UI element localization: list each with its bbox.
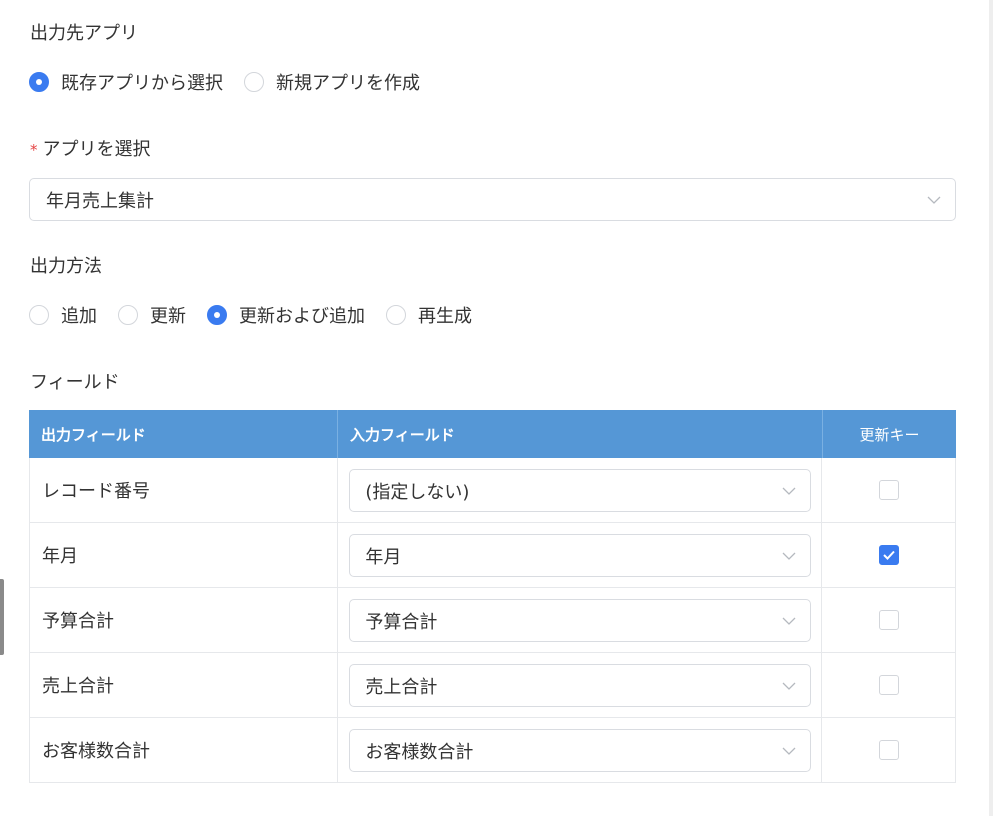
chevron-down-icon	[927, 196, 941, 204]
radio-add[interactable]: 追加	[29, 302, 97, 328]
update-key-cell	[822, 523, 955, 587]
radio-regenerate[interactable]: 再生成	[386, 302, 472, 328]
update-key-cell	[822, 458, 955, 522]
input-field-value: 予算合計	[365, 611, 438, 633]
radio-label: 更新および追加	[239, 306, 365, 327]
table-row: お客様数合計 お客様数合計	[29, 718, 956, 783]
input-field-cell: 年月	[338, 523, 823, 587]
output-field-name: お客様数合計	[30, 718, 339, 782]
radio-update-and-add[interactable]: 更新および追加	[207, 302, 365, 328]
output-field-name: 予算合計	[30, 588, 339, 652]
output-field-name: 売上合計	[30, 653, 339, 717]
update-key-checkbox[interactable]	[878, 610, 899, 630]
field-mapping-table: 出力フィールド 入力フィールド 更新キー レコード番号 (指定しない) 年月 年…	[29, 410, 956, 783]
radio-label: 更新	[150, 306, 186, 327]
radio-label: 追加	[61, 306, 97, 327]
check-icon	[882, 550, 895, 560]
radio-label: 再生成	[418, 306, 472, 327]
radio-update[interactable]: 更新	[118, 302, 186, 328]
scrollbar-track[interactable]	[989, 0, 993, 816]
radio-button[interactable]	[244, 72, 264, 92]
chevron-down-icon	[782, 487, 796, 495]
input-field-select[interactable]: 予算合計	[349, 599, 812, 642]
update-key-checkbox[interactable]	[878, 545, 899, 565]
input-field-cell: (指定しない)	[338, 458, 823, 522]
input-field-value: (指定しない)	[365, 481, 470, 503]
chevron-down-icon	[782, 617, 796, 625]
input-field-cell: 予算合計	[338, 588, 823, 652]
radio-button[interactable]	[207, 305, 227, 325]
input-field-select[interactable]: (指定しない)	[349, 469, 812, 512]
header-input-field: 入力フィールド	[338, 410, 823, 458]
app-select-label-text: アプリを選択	[42, 139, 151, 160]
input-field-cell: お客様数合計	[338, 718, 823, 782]
output-target-label: 出力先アプリ	[30, 23, 138, 44]
output-field-name: 年月	[30, 523, 339, 587]
input-field-select[interactable]: 年月	[349, 534, 812, 577]
table-row: 予算合計 予算合計	[29, 588, 956, 653]
output-method-radio-group: 追加 更新 更新および追加 再生成	[29, 302, 493, 328]
table-header: 出力フィールド 入力フィールド 更新キー	[29, 410, 956, 458]
input-field-cell: 売上合計	[338, 653, 823, 717]
panel-resize-handle[interactable]	[0, 579, 4, 655]
chevron-down-icon	[782, 682, 796, 690]
input-field-value: 売上合計	[365, 676, 438, 698]
update-key-cell	[822, 588, 955, 652]
output-target-radio-group: 既存アプリから選択 新規アプリを作成	[29, 69, 441, 95]
header-output-field: 出力フィールド	[29, 410, 338, 458]
input-field-value: 年月	[365, 546, 402, 568]
chevron-down-icon	[782, 747, 796, 755]
radio-new-app[interactable]: 新規アプリを作成	[244, 69, 420, 95]
app-select-label: * アプリを選択	[30, 139, 151, 161]
radio-button[interactable]	[29, 305, 49, 325]
app-select-dropdown[interactable]: 年月売上集計	[29, 178, 956, 221]
update-key-cell	[822, 718, 955, 782]
update-key-cell	[822, 653, 955, 717]
table-row: 年月 年月	[29, 523, 956, 588]
radio-existing-app[interactable]: 既存アプリから選択	[29, 69, 223, 95]
radio-button[interactable]	[386, 305, 406, 325]
update-key-checkbox[interactable]	[878, 480, 899, 500]
radio-button[interactable]	[118, 305, 138, 325]
update-key-checkbox[interactable]	[878, 740, 899, 760]
chevron-down-icon	[782, 552, 796, 560]
input-field-value: お客様数合計	[365, 741, 474, 763]
output-method-label: 出力方法	[30, 256, 102, 277]
required-mark: *	[30, 141, 38, 159]
radio-label: 既存アプリから選択	[61, 73, 223, 94]
input-field-select[interactable]: 売上合計	[349, 664, 812, 707]
output-settings-panel: 出力先アプリ 既存アプリから選択 新規アプリを作成 * アプリを選択 年月売上集計…	[0, 0, 993, 816]
table-row: レコード番号 (指定しない)	[29, 458, 956, 523]
fields-label: フィールド	[30, 372, 120, 393]
header-update-key: 更新キー	[859, 425, 920, 444]
table-row: 売上合計 売上合計	[29, 653, 956, 718]
input-field-select[interactable]: お客様数合計	[349, 729, 812, 772]
radio-label: 新規アプリを作成	[276, 73, 420, 94]
radio-button[interactable]	[29, 72, 49, 92]
app-select-value: 年月売上集計	[46, 190, 154, 212]
output-field-name: レコード番号	[30, 458, 339, 522]
update-key-checkbox[interactable]	[878, 675, 899, 695]
